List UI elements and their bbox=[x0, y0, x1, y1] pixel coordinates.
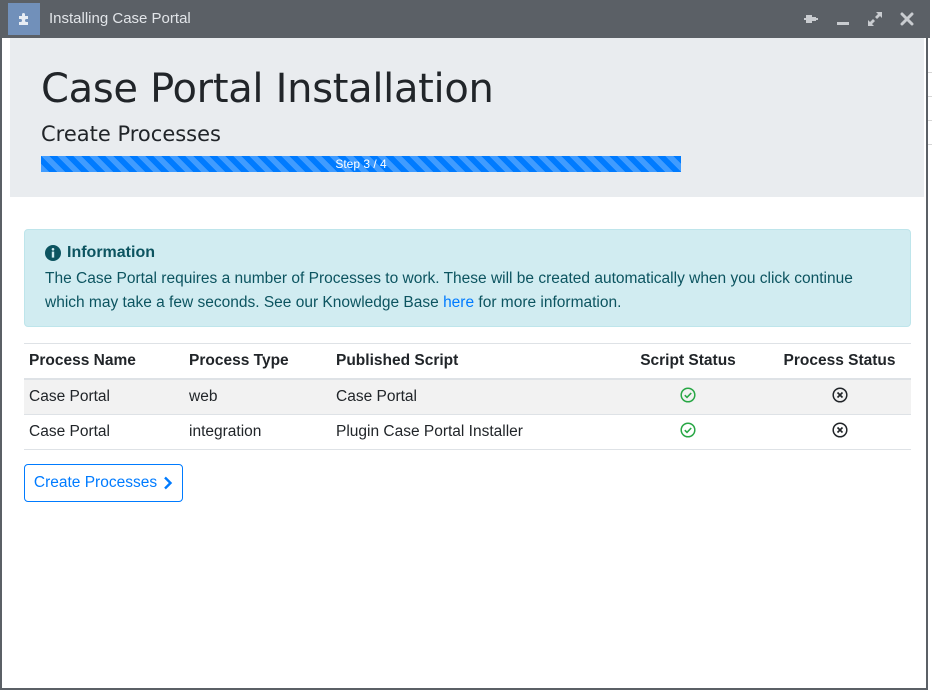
cell-process-status bbox=[768, 414, 911, 450]
progress-track: Step 3 / 4 bbox=[41, 156, 681, 172]
table-header-row: Process Name Process Type Published Scri… bbox=[24, 343, 911, 380]
col-process-type: Process Type bbox=[184, 343, 331, 380]
header-panel: Case Portal Installation Create Processe… bbox=[10, 38, 924, 197]
page-title: Case Portal Installation bbox=[41, 66, 494, 112]
cell-process-type: integration bbox=[184, 414, 331, 450]
knowledge-base-link[interactable]: here bbox=[443, 294, 474, 311]
info-icon bbox=[45, 245, 61, 261]
check-circle-icon bbox=[680, 421, 696, 443]
minimize-icon[interactable] bbox=[834, 10, 852, 28]
create-processes-label: Create Processes bbox=[33, 474, 158, 491]
progress-bar: Step 3 / 4 bbox=[41, 156, 681, 172]
table-row: Case Portal web Case Portal bbox=[24, 378, 911, 415]
check-circle-icon bbox=[680, 386, 696, 408]
cell-process-type: web bbox=[184, 378, 331, 415]
processes-table: Process Name Process Type Published Scri… bbox=[24, 343, 911, 450]
col-script-status: Script Status bbox=[608, 343, 768, 380]
cell-script-status bbox=[608, 414, 768, 450]
pin-icon[interactable] bbox=[802, 10, 820, 28]
cell-process-name: Case Portal bbox=[24, 414, 184, 450]
col-process-status: Process Status bbox=[768, 343, 911, 380]
x-circle-icon bbox=[831, 421, 848, 443]
col-published-script: Published Script bbox=[331, 343, 608, 380]
maximize-icon[interactable] bbox=[866, 10, 884, 28]
info-heading: Information bbox=[67, 244, 155, 261]
info-text-end: for more information. bbox=[474, 294, 622, 311]
title-bar[interactable]: Installing Case Portal bbox=[2, 0, 930, 38]
close-icon[interactable] bbox=[898, 10, 916, 28]
cell-process-name: Case Portal bbox=[24, 378, 184, 415]
chevron-right-icon bbox=[163, 476, 173, 490]
cell-published-script: Case Portal bbox=[331, 378, 608, 415]
step-title: Create Processes bbox=[41, 122, 221, 146]
install-dialog: Installing Case Portal Case Portal Insta… bbox=[0, 0, 930, 690]
table-row: Case Portal integration Plugin Case Port… bbox=[24, 414, 911, 450]
x-circle-icon bbox=[831, 386, 848, 408]
cell-script-status bbox=[608, 378, 768, 415]
create-processes-button[interactable]: Create Processes bbox=[24, 464, 183, 502]
col-process-name: Process Name bbox=[24, 343, 184, 380]
window-title: Installing Case Portal bbox=[49, 10, 191, 27]
info-alert: Information The Case Portal requires a n… bbox=[24, 229, 911, 327]
cell-published-script: Plugin Case Portal Installer bbox=[331, 414, 608, 450]
cell-process-status bbox=[768, 378, 911, 415]
puzzle-icon bbox=[8, 3, 40, 35]
info-text: The Case Portal requires a number of Pro… bbox=[45, 267, 890, 315]
